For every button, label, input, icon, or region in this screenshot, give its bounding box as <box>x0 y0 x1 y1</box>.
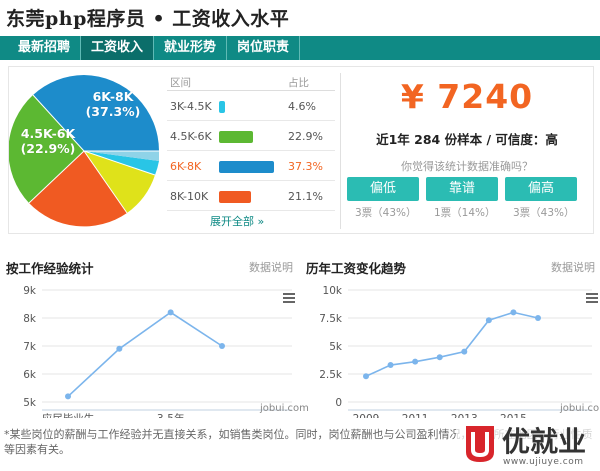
y-tick-label: 5k <box>23 397 37 409</box>
y-tick-label: 6k <box>23 369 37 381</box>
row-pct: 37.3% <box>288 160 323 173</box>
trend-data-note-link[interactable]: 数据说明 <box>551 259 595 275</box>
data-point <box>387 362 394 369</box>
sample-info: 近1年 284 份样本 / 可信度：高 <box>376 132 558 147</box>
vote-high-count: 3票（43%） <box>513 207 575 219</box>
x-tick-label: 2015 <box>500 413 527 418</box>
y-tick-label: 7.5k <box>319 313 343 325</box>
vote-low-count: 3票（43%） <box>355 207 417 219</box>
y-tick-label: 0 <box>335 397 342 409</box>
row-range: 8K-10K <box>170 190 209 203</box>
vote-high-button[interactable]: 偏高 <box>505 177 577 201</box>
distribution-row-highlighted: 6K-8K 37.3% <box>167 151 335 181</box>
row-range: 3K-4.5K <box>170 100 212 113</box>
data-point <box>116 345 123 352</box>
row-pct: 21.1% <box>288 190 323 203</box>
x-tick-label: 2011 <box>402 413 429 418</box>
x-tick-label: 3-5年 <box>157 412 185 418</box>
header-ratio: 占比 <box>288 77 309 89</box>
trend-chart-title: 历年工资变化趋势 <box>306 261 407 276</box>
tab-latest-jobs[interactable]: 最新招聘 <box>8 36 82 60</box>
row-range: 6K-8K <box>170 160 202 173</box>
experience-chart-title: 按工作经验统计 <box>6 261 94 276</box>
data-point <box>510 309 517 316</box>
x-tick-label: 2013 <box>451 413 478 418</box>
distribution-header: 区间 占比 <box>167 73 335 91</box>
y-tick-label: 9k <box>23 285 37 297</box>
row-bar <box>219 161 274 173</box>
distribution-row: 3K-4.5K 4.6% <box>167 91 335 121</box>
pie-label-blue: 6K-8K (37.3%) <box>85 89 141 119</box>
y-tick-label: 10k <box>323 285 343 297</box>
data-point <box>167 309 174 316</box>
trend-chart-credit: jobui.com <box>560 403 600 414</box>
accuracy-question: 你觉得该统计数据准确吗？ <box>401 160 533 173</box>
x-tick-label: 2009 <box>353 413 380 418</box>
page-title: 东莞php程序员 • 工资收入水平 <box>6 8 290 30</box>
row-pct: 22.9% <box>288 130 323 143</box>
data-point <box>485 317 492 324</box>
salary-panel: 6K-8K (37.3%) 4.5K-6K (22.9%) 区间 占比 3K-4.5… <box>8 66 594 234</box>
data-point <box>363 373 369 380</box>
data-point <box>412 358 419 365</box>
expand-all-link[interactable]: 展开全部 » <box>210 213 264 229</box>
watermark: 优就业 www.ujiuye.com <box>456 420 600 471</box>
watermark-text: 优就业 <box>502 425 587 458</box>
y-tick-label: 8k <box>23 313 37 325</box>
watermark-url: www.ujiuye.com <box>503 457 584 467</box>
row-bar <box>219 191 251 203</box>
tab-bar: 最新招聘 工资收入 就业形势 岗位职责 <box>0 36 600 60</box>
row-range: 4.5K-6K <box>170 130 212 143</box>
pie-label-green: 4.5K-6K (22.9%) <box>20 126 76 156</box>
vote-accurate-count: 1票（14%） <box>434 207 496 219</box>
average-salary: ¥ 7240 <box>400 77 534 116</box>
y-tick-label: 7k <box>23 341 37 353</box>
title-bar: 东莞php程序员 • 工资收入水平 <box>0 0 600 36</box>
y-tick-label: 5k <box>329 341 343 353</box>
experience-data-note-link[interactable]: 数据说明 <box>249 259 293 275</box>
series-line <box>67 311 223 397</box>
data-point <box>436 354 443 361</box>
header-range: 区间 <box>170 77 191 89</box>
x-tick-label: 应届毕业生 <box>42 412 95 418</box>
data-point <box>65 393 71 400</box>
y-tick-label: 2.5k <box>319 369 343 381</box>
vote-accurate-button[interactable]: 靠谱 <box>426 177 498 201</box>
experience-line-chart: 5k 6k 7k 8k 9k 应届毕业生 3-5年 <box>0 276 300 425</box>
row-bar <box>219 101 225 113</box>
tab-duties[interactable]: 岗位职责 <box>227 36 301 60</box>
data-point <box>219 343 225 349</box>
distribution-table: 区间 占比 3K-4.5K 4.6% 4.5K-6K 22.9% 6K-8K 3… <box>167 73 335 233</box>
data-point <box>535 315 541 321</box>
salary-pie-chart: 6K-8K (37.3%) 4.5K-6K (22.9%) <box>8 67 160 233</box>
distribution-row: 8K-10K 21.1% <box>167 181 335 211</box>
distribution-row: 4.5K-6K 22.9% <box>167 121 335 151</box>
brand-logo-icon <box>466 426 494 462</box>
row-bar <box>219 131 253 143</box>
vote-low-button[interactable]: 偏低 <box>347 177 419 201</box>
data-point <box>461 348 468 355</box>
tab-salary[interactable]: 工资收入 <box>81 36 155 60</box>
trend-line-chart: 0 2.5k 5k 7.5k 10k 2009 2011 2013 2015 <box>300 276 600 425</box>
row-pct: 4.6% <box>288 100 316 113</box>
tab-employment[interactable]: 就业形势 <box>154 36 228 60</box>
